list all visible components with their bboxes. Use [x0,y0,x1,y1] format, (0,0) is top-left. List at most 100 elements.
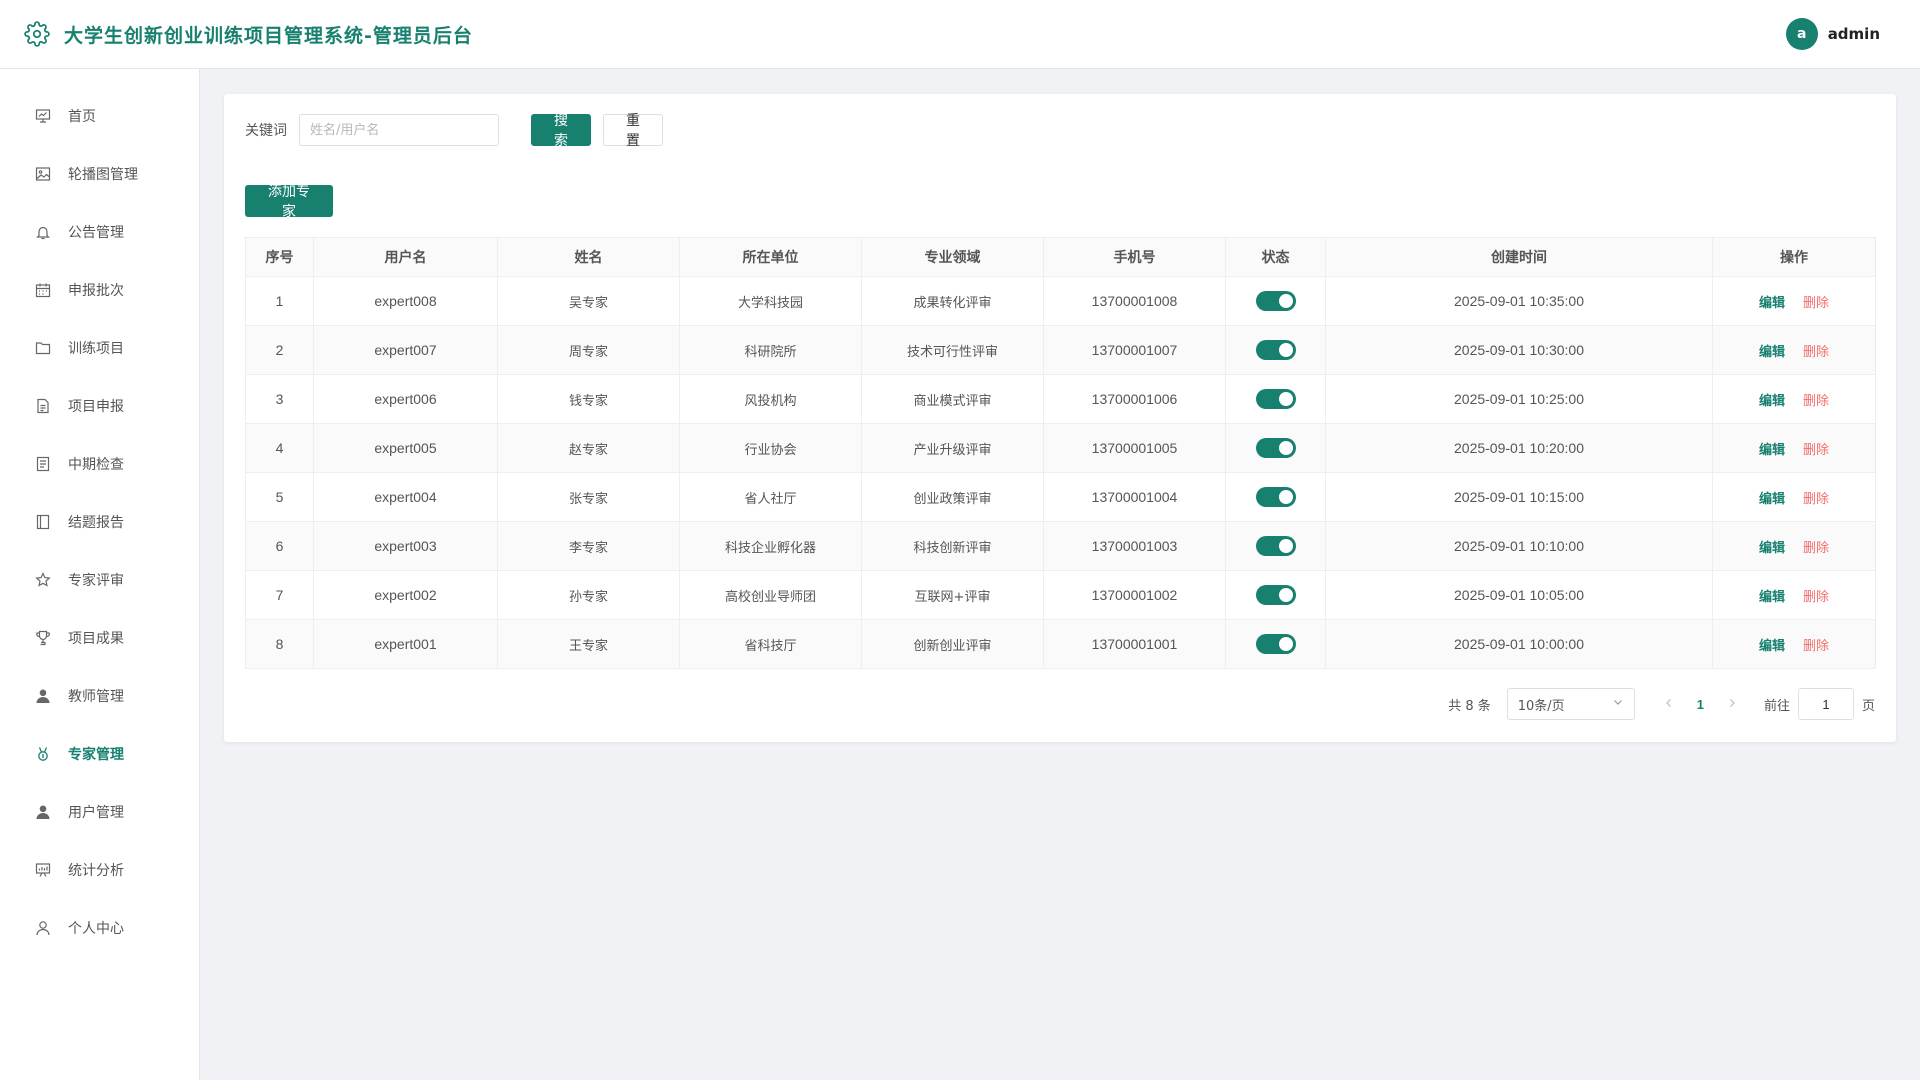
delete-button[interactable]: 删除 [1803,590,1829,605]
reset-button[interactable]: 重置 [603,113,663,149]
sidebar-item-label: 项目成果 [68,631,124,647]
sidebar-item-5[interactable]: 项目申报 [0,377,199,435]
status-toggle[interactable] [1255,585,1296,605]
actions-cell: 编辑 删除 [1712,325,1876,375]
sidebar-item-7[interactable]: 结题报告 [0,493,199,551]
created-cell: 2025-09-01 10:10:00 [1325,521,1713,571]
book-icon [34,513,52,531]
edit-button[interactable]: 编辑 [1759,296,1785,311]
created-cell: 2025-09-01 10:15:00 [1325,472,1713,522]
delete-button[interactable]: 删除 [1803,345,1829,360]
sidebar-item-label: 中期检查 [68,457,124,473]
sidebar-item-2[interactable]: 公告管理 [0,203,199,261]
goto-page-input[interactable] [1797,688,1854,720]
phone-cell: 13700001001 [1043,619,1226,669]
phone-cell: 13700001005 [1043,423,1226,473]
status-toggle[interactable] [1255,340,1296,360]
status-cell [1225,276,1326,326]
search-button[interactable]: 搜索 [531,113,591,149]
field-cell: 技术可行性评审 [861,325,1044,375]
name-cell: 李专家 [497,521,680,571]
created-cell: 2025-09-01 10:20:00 [1325,423,1713,473]
delete-button[interactable]: 删除 [1803,296,1829,311]
chart-board-icon [34,861,52,879]
created-cell: 2025-09-01 10:05:00 [1325,570,1713,620]
table-row: 5 expert004 张专家 省人社厅 创业政策评审 13700001004 2025-0… [245,472,1876,522]
row-index: 7 [245,570,314,620]
column-header: 专业领域 [861,237,1044,277]
edit-button[interactable]: 编辑 [1759,639,1785,654]
sidebar-item-10[interactable]: 教师管理 [0,667,199,725]
table-row: 1 expert008 吴专家 大学科技园 成果转化评审 13700001008 2025-… [245,276,1876,326]
chevron-down-icon [1612,696,1624,712]
avatar[interactable]: a [1785,18,1818,50]
search-input[interactable] [299,114,499,146]
name-cell: 王专家 [497,619,680,669]
page-size-select[interactable]: 10条/页 [1506,688,1635,720]
page-number[interactable]: 1 [1697,697,1704,712]
actions-cell: 编辑 删除 [1712,521,1876,571]
delete-button[interactable]: 删除 [1803,443,1829,458]
unit-cell: 科技企业孵化器 [679,521,862,571]
edit-button[interactable]: 编辑 [1759,492,1785,507]
created-cell: 2025-09-01 10:25:00 [1325,374,1713,424]
row-index: 1 [245,276,314,326]
status-cell [1225,423,1326,473]
sidebar: 首页 轮播图管理 公告管理 申报批次训练项目项目申报中期检查结题报告 专家评审项目成果教… [0,69,200,1080]
sidebar-item-13[interactable]: 统计分析 [0,841,199,899]
name-cell: 赵专家 [497,423,680,473]
user-menu[interactable]: a admin [1785,18,1896,50]
sidebar-item-14[interactable]: 个人中心 [0,899,199,957]
sidebar-item-label: 教师管理 [68,689,124,705]
search-bar: 关键词 搜索 重置 [245,113,1875,149]
status-toggle[interactable] [1255,389,1296,409]
username-cell: expert008 [313,276,498,326]
pagination-total: 共 8 条 [1448,698,1491,714]
chevron-left-icon[interactable] [1659,696,1679,712]
status-toggle[interactable] [1255,291,1296,311]
main-panel: 关键词 搜索 重置 添加专家 序号用户名姓名所在单位专业领域手机号状态创建时间操… [224,94,1896,742]
sidebar-item-0[interactable]: 首页 [0,87,199,145]
row-index: 5 [245,472,314,522]
unit-cell: 高校创业导师团 [679,570,862,620]
edit-button[interactable]: 编辑 [1759,394,1785,409]
status-toggle[interactable] [1255,487,1296,507]
name-cell: 孙专家 [497,570,680,620]
status-cell [1225,374,1326,424]
user-filled-icon [34,687,52,705]
status-toggle[interactable] [1255,438,1296,458]
field-cell: 商业模式评审 [861,374,1044,424]
edit-button[interactable]: 编辑 [1759,443,1785,458]
username-label[interactable]: admin [1828,25,1880,43]
sidebar-item-8[interactable]: 专家评审 [0,551,199,609]
sidebar-item-4[interactable]: 训练项目 [0,319,199,377]
delete-button[interactable]: 删除 [1803,394,1829,409]
sidebar-item-12[interactable]: 用户管理 [0,783,199,841]
status-toggle[interactable] [1255,536,1296,556]
status-toggle[interactable] [1255,634,1296,654]
add-expert-button[interactable]: 添加专家 [245,184,333,220]
edit-button[interactable]: 编辑 [1759,590,1785,605]
edit-button[interactable]: 编辑 [1759,541,1785,556]
delete-button[interactable]: 删除 [1803,492,1829,507]
table-header-row: 序号 用户名 姓名 所在单位 专业领域 手机号 状态 创建时间 操作 [245,237,1876,277]
page-unit-label: 页 [1861,698,1875,714]
username-cell: expert001 [313,619,498,669]
delete-button[interactable]: 删除 [1803,541,1829,556]
edit-button[interactable]: 编辑 [1759,345,1785,360]
sidebar-item-9[interactable]: 项目成果 [0,609,199,667]
name-cell: 吴专家 [497,276,680,326]
field-cell: 互联网+评审 [861,570,1044,620]
username-cell: expert003 [313,521,498,571]
chevron-right-icon[interactable] [1722,696,1742,712]
document-icon [34,397,52,415]
delete-button[interactable]: 删除 [1803,639,1829,654]
created-cell: 2025-09-01 10:35:00 [1325,276,1713,326]
sidebar-item-3[interactable]: 申报批次 [0,261,199,319]
sidebar-item-label: 训练项目 [68,341,124,357]
column-header: 创建时间 [1325,237,1713,277]
sidebar-item-11[interactable]: 专家管理 [0,725,199,783]
created-cell: 2025-09-01 10:00:00 [1325,619,1713,669]
sidebar-item-1[interactable]: 轮播图管理 [0,145,199,203]
sidebar-item-6[interactable]: 中期检查 [0,435,199,493]
